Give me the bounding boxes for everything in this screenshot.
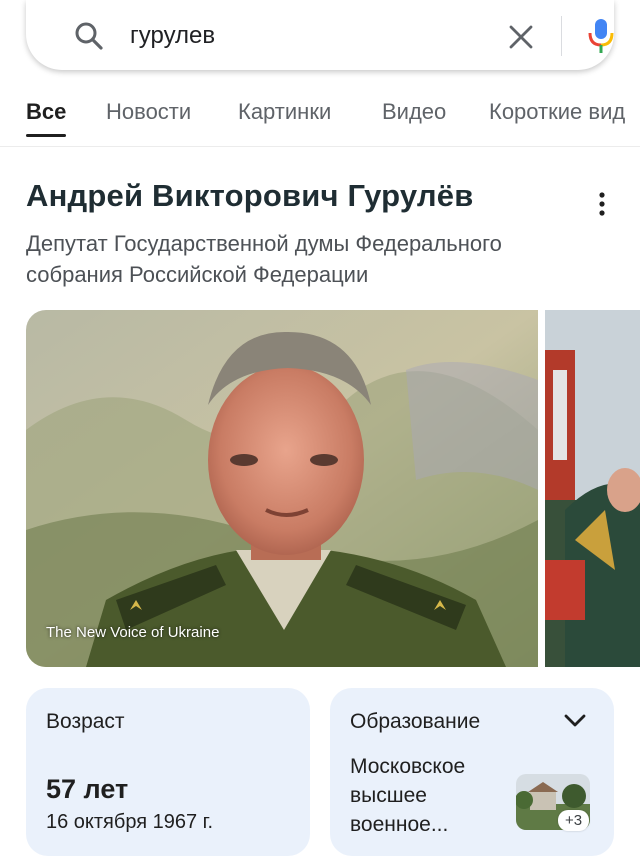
person-portrait-image — [26, 310, 538, 667]
mic-icon[interactable] — [586, 17, 616, 55]
tab-short-videos[interactable]: Короткие вид — [489, 96, 625, 128]
age-card[interactable]: Возраст 57 лет 16 октября 1967 г. — [26, 688, 310, 856]
tab-all[interactable]: Все — [26, 96, 66, 128]
education-card[interactable]: Образование Московское высшее военное...… — [330, 688, 614, 856]
tab-video[interactable]: Видео — [382, 96, 446, 128]
active-tab-indicator — [26, 134, 66, 137]
image-source-caption: The New Voice of Ukraine — [46, 624, 220, 641]
more-count-badge[interactable]: +3 — [558, 810, 590, 831]
search-divider — [561, 16, 562, 56]
age-label: Возраст — [46, 710, 125, 733]
tabs-divider — [0, 146, 640, 147]
panel-title: Андрей Викторович Гурулёв — [26, 178, 474, 213]
parade-image — [545, 310, 640, 667]
education-value: Московское высшее военное... — [350, 755, 466, 836]
age-value: 57 лет — [46, 774, 129, 804]
chevron-down-icon[interactable] — [564, 714, 586, 728]
tab-images[interactable]: Картинки — [238, 96, 331, 128]
search-icon[interactable] — [74, 21, 104, 51]
tab-news[interactable]: Новости — [106, 96, 191, 128]
second-photo[interactable] — [545, 310, 640, 667]
more-vert-icon[interactable] — [592, 190, 612, 218]
search-bar[interactable] — [26, 0, 614, 70]
search-tabs: Все Новости Картинки Видео Короткие вид — [0, 96, 640, 144]
search-input[interactable] — [130, 18, 490, 54]
person-photo[interactable] — [26, 310, 538, 667]
panel-subtitle: Депутат Государственной думы Федеральног… — [26, 231, 502, 287]
close-icon[interactable] — [506, 22, 536, 52]
education-label: Образование — [350, 710, 481, 733]
birth-date: 16 октября 1967 г. — [46, 811, 214, 833]
